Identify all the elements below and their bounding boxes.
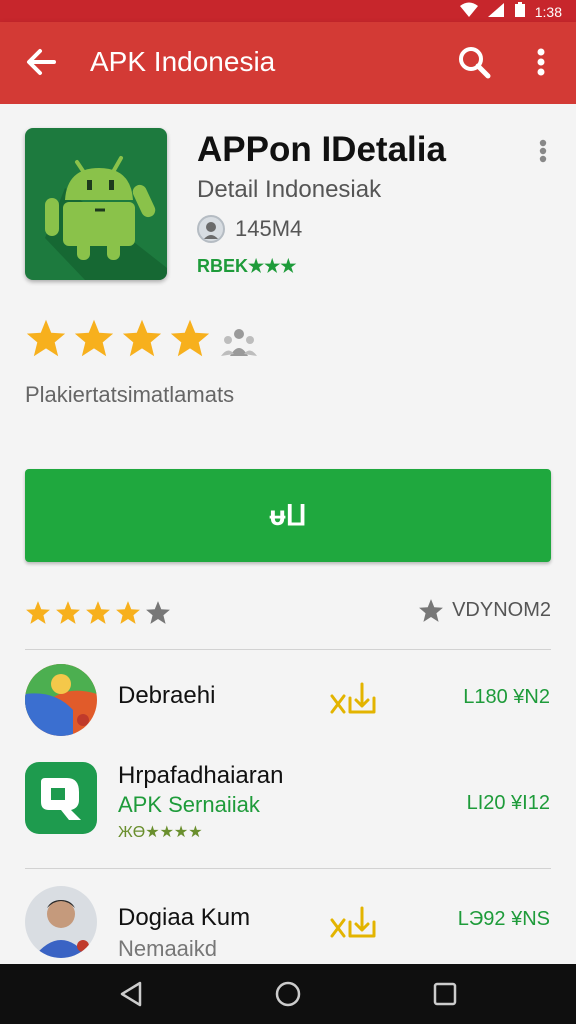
- list-item-title: Debraehi: [118, 682, 216, 709]
- download-icon[interactable]: [330, 678, 378, 718]
- list-item-title: Dogiaa Kum: [118, 904, 251, 931]
- list-item-price: L180 ¥N2: [463, 686, 550, 708]
- star-icon: [74, 319, 114, 357]
- install-button[interactable]: ᵾⵡ: [25, 469, 551, 562]
- list-item-subtitle: Nemaaikd: [118, 936, 218, 961]
- list-item-subtitle: APK Sernaiiak: [118, 792, 260, 817]
- app-detail-content: APPon IDetalia Detail Indonesiak 145M4 R…: [0, 104, 576, 964]
- list-item[interactable]: Hrpafadhaiaran APK Sernaiiak ЖӨ★★★★ LI20…: [0, 762, 576, 862]
- download-icon[interactable]: [330, 902, 378, 942]
- star-icon: [86, 601, 110, 624]
- list-item-thumbnail: [25, 762, 97, 834]
- star-icon: [122, 319, 162, 357]
- app-overflow-menu-icon[interactable]: [530, 136, 556, 166]
- list-item-price: LI20 ¥I12: [466, 792, 550, 814]
- list-item-stars: ЖӨ★★★★: [118, 824, 203, 841]
- signal-icon: [487, 2, 505, 21]
- app-size-row: 145M4: [197, 214, 302, 244]
- rating-count: VDYNOM2: [418, 598, 551, 623]
- back-arrow-icon[interactable]: [22, 44, 62, 80]
- star-icon: [116, 601, 140, 624]
- rating-summary-stars: [25, 600, 171, 625]
- list-item-thumbnail: [25, 886, 97, 958]
- app-name: APPon IDetalia: [197, 130, 446, 169]
- install-label: ᵾⵡ: [269, 500, 307, 531]
- rating-stars: [25, 318, 211, 358]
- nav-recents-icon[interactable]: [430, 979, 460, 1009]
- star-empty-icon: [146, 601, 170, 624]
- app-developer: Detail Indonesiak: [197, 176, 382, 203]
- app-rating-label: RBEK★★★: [197, 256, 297, 276]
- nav-home-icon[interactable]: [273, 979, 303, 1009]
- app-icon: [25, 128, 167, 280]
- battery-icon: [513, 2, 527, 21]
- app-size: 145M4: [235, 216, 303, 241]
- star-icon: [26, 601, 50, 624]
- list-item-price: LЭ92 ¥NS: [457, 908, 550, 930]
- system-nav-bar: [0, 964, 576, 1024]
- wifi-icon: [459, 2, 479, 21]
- divider: [25, 868, 551, 869]
- clock: 1:38: [534, 3, 562, 20]
- star-icon: [170, 319, 210, 357]
- list-item-thumbnail: [25, 664, 97, 736]
- list-item-title: Hrpafadhaiaran: [118, 762, 284, 789]
- divider: [25, 649, 551, 650]
- developer-avatar-icon: [197, 215, 225, 243]
- app-bar: APK Indonesia: [0, 22, 576, 104]
- list-item[interactable]: Debraehi L180 ¥N2: [0, 664, 576, 764]
- overflow-menu-icon[interactable]: [526, 42, 556, 82]
- status-bar: 1:38: [0, 0, 576, 22]
- android-robot-icon: [45, 156, 167, 280]
- search-icon[interactable]: [454, 42, 494, 82]
- rating-count-label: VDYNOM2: [452, 599, 551, 621]
- app-bar-title: APK Indonesia: [90, 46, 276, 77]
- star-outline-icon: [419, 599, 444, 622]
- nav-back-icon[interactable]: [116, 979, 146, 1009]
- star-icon: [56, 601, 80, 624]
- people-icon: [220, 326, 258, 360]
- app-description: Plakiertatsimatlamats: [25, 382, 235, 407]
- rating-summary-row: VDYNOM2: [25, 598, 551, 632]
- star-icon: [26, 319, 66, 357]
